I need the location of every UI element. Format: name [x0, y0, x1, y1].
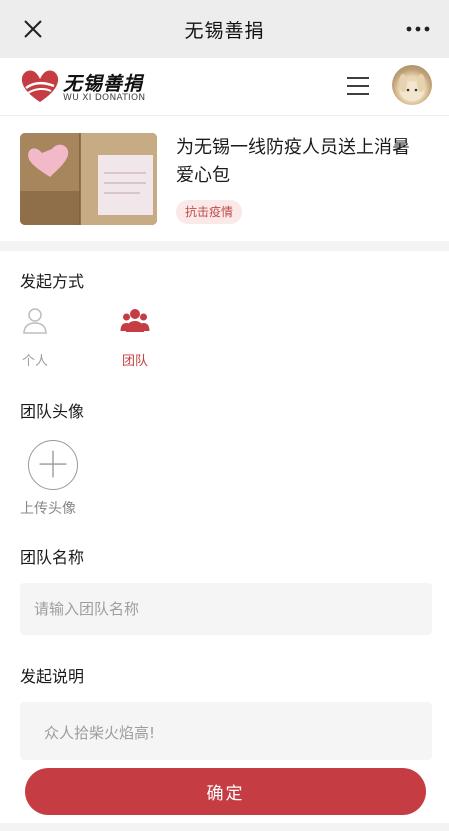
more-dots-icon[interactable] [405, 18, 431, 40]
brand-name-cn: 无锡善捐 [63, 73, 144, 95]
upload-avatar-button[interactable] [28, 440, 78, 490]
option-individual-label: 个人 [21, 354, 48, 369]
project-tag: 抗击疫情 [176, 200, 243, 224]
description-textarea[interactable] [20, 702, 432, 760]
person-icon [23, 308, 47, 334]
initiate-method-label: 发起方式 [20, 272, 85, 291]
project-thumbnail [20, 133, 157, 225]
brand-logo[interactable]: 无锡善捐 WU XI DONATION [20, 66, 150, 106]
title-bar: 无锡善捐 [0, 0, 449, 58]
section-divider [0, 241, 449, 251]
option-team-label: 团队 [121, 354, 148, 369]
team-avatar-label: 团队头像 [20, 402, 85, 421]
project-photo-icon [20, 133, 157, 225]
heart-logo-icon [21, 70, 59, 102]
option-individual[interactable]: 个人 [5, 306, 65, 369]
confirm-button[interactable]: 确定 [25, 768, 426, 815]
hamburger-menu-icon[interactable] [344, 74, 372, 98]
close-icon[interactable] [18, 14, 48, 44]
group-icon [120, 309, 150, 332]
window-title: 无锡善捐 [184, 19, 265, 42]
option-team[interactable]: 团队 [105, 306, 165, 369]
project-title: 为无锡一线防疫人员送上消暑爱心包 [176, 137, 410, 186]
description-label: 发起说明 [20, 667, 85, 686]
rabbit-avatar-icon [399, 74, 425, 101]
brand-name-en: WU XI DONATION [63, 93, 146, 103]
upload-avatar-label: 上传头像 [20, 501, 76, 517]
team-name-label: 团队名称 [20, 548, 85, 567]
bottom-strip [0, 823, 449, 831]
team-name-input[interactable] [20, 583, 432, 635]
plus-icon [39, 450, 67, 478]
user-avatar[interactable] [392, 65, 432, 105]
